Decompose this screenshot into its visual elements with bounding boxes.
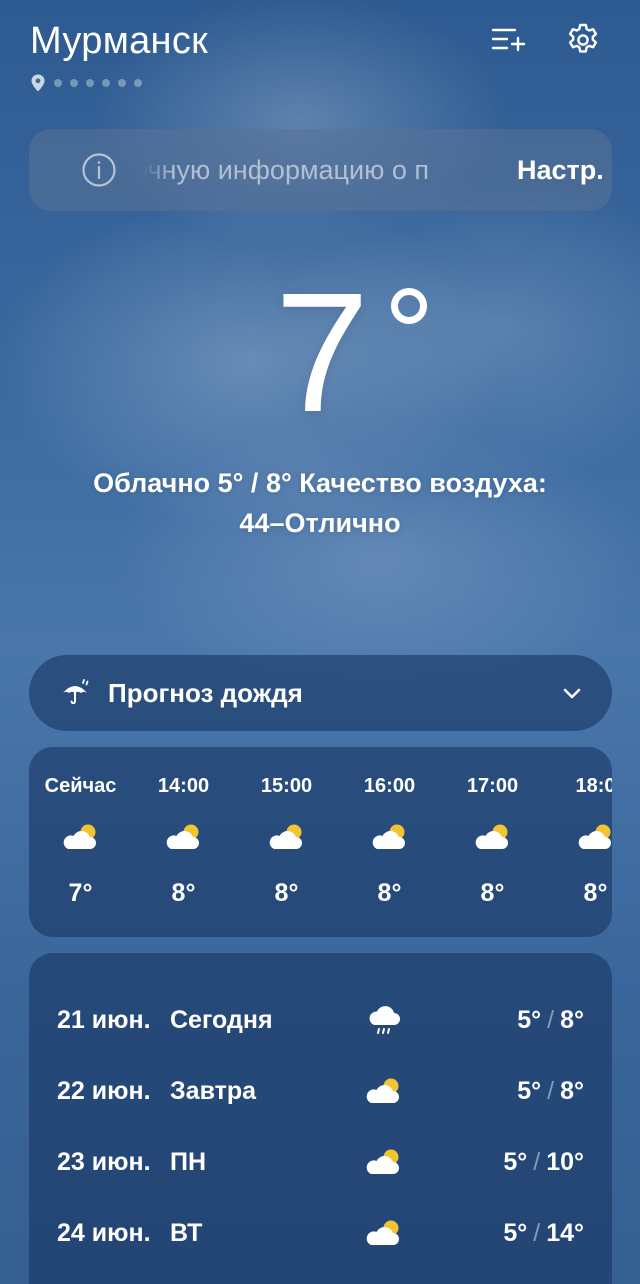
degree-symbol	[391, 288, 428, 324]
summary-line: 44–Отлично	[239, 508, 401, 538]
summary-line: Облачно 5° / 8° Качество воздуха:	[93, 468, 547, 498]
daily-low: 5°	[517, 1005, 542, 1034]
hourly-item: 17:00 8°	[441, 747, 544, 937]
location-page-indicator	[30, 74, 142, 92]
partly-cloudy-icon	[365, 1145, 403, 1179]
daily-high: 10°	[546, 1147, 584, 1176]
page-dot	[118, 79, 126, 87]
hourly-item: Сейчас 7°	[29, 747, 132, 937]
daily-temp-range: 5°/10°	[503, 1148, 584, 1177]
umbrella-rain-icon	[63, 679, 89, 705]
range-separator: /	[533, 1218, 541, 1247]
range-separator: /	[533, 1147, 541, 1176]
partly-cloudy-icon	[62, 821, 100, 853]
list-add-icon	[491, 28, 526, 52]
hourly-temp: 8°	[583, 879, 608, 907]
partly-cloudy-icon	[371, 821, 409, 853]
daily-low: 5°	[517, 1076, 542, 1105]
rain-cloud-icon	[365, 1003, 403, 1037]
page-dot	[54, 79, 62, 87]
hourly-item: 18:0 8°	[544, 747, 612, 937]
partly-cloudy-icon	[474, 821, 512, 853]
hourly-time: 14:00	[157, 775, 210, 797]
rain-forecast-panel[interactable]: Прогноз дождя	[29, 655, 612, 731]
daily-low: 5°	[503, 1147, 528, 1176]
daily-forecast[interactable]: 21 июн. Сегодня 5°/8° 22 июн. Завтра 5°/8° 23 …	[29, 953, 612, 1284]
daily-day-name: ВТ	[170, 1218, 203, 1247]
hourly-item: 14:00 8°	[132, 747, 235, 937]
settings-button[interactable]	[563, 20, 603, 60]
location-notice-bar[interactable]: точную информацию о п Настр.	[29, 129, 612, 211]
daily-temp-range: 5°/8°	[517, 1077, 584, 1106]
partly-cloudy-icon	[577, 821, 613, 853]
gear-icon	[568, 23, 598, 53]
daily-high: 14°	[546, 1218, 584, 1247]
daily-date: 22 июн.	[57, 1076, 151, 1105]
daily-row[interactable]: 22 июн. Завтра 5°/8°	[29, 1066, 612, 1116]
hourly-item: 15:00 8°	[235, 747, 338, 937]
daily-high: 8°	[560, 1076, 584, 1105]
hourly-temp: 8°	[274, 879, 299, 907]
hourly-forecast[interactable]: Сейчас 7° 14:00 8° 15:00 8° 16:00 8° 17:00 8° 18:0…	[29, 747, 612, 937]
city-name[interactable]: Мурманск	[30, 20, 208, 63]
hourly-time: 15:00	[260, 775, 313, 797]
daily-temp-range: 5°/8°	[517, 1006, 584, 1035]
daily-row[interactable]: 24 июн. ВТ 5°/14°	[29, 1208, 612, 1258]
location-pin-icon	[31, 74, 45, 92]
hourly-temp: 8°	[171, 879, 196, 907]
hourly-temp: 8°	[480, 879, 505, 907]
hourly-time: 18:0	[575, 775, 612, 797]
page-dot	[70, 79, 78, 87]
daily-row[interactable]: 23 июн. ПН 5°/10°	[29, 1137, 612, 1187]
partly-cloudy-icon	[365, 1216, 403, 1250]
notice-message: точную информацию о п	[143, 154, 429, 185]
info-icon	[82, 153, 116, 187]
partly-cloudy-icon	[365, 1074, 403, 1108]
daily-temp-range: 5°/14°	[503, 1219, 584, 1248]
page-dot	[134, 79, 142, 87]
hourly-item: 16:00 8°	[338, 747, 441, 937]
range-separator: /	[547, 1076, 555, 1105]
daily-date: 23 июн.	[57, 1147, 151, 1176]
daily-high: 8°	[560, 1005, 584, 1034]
daily-day-name: Сегодня	[170, 1005, 273, 1034]
page-dot	[102, 79, 110, 87]
daily-date: 24 июн.	[57, 1218, 151, 1247]
daily-row[interactable]: 21 июн. Сегодня 5°/8°	[29, 995, 612, 1045]
current-temperature-block: 7	[0, 268, 640, 438]
range-separator: /	[547, 1005, 555, 1034]
chevron-down-icon	[563, 688, 581, 699]
daily-date: 21 июн.	[57, 1005, 151, 1034]
add-city-button[interactable]	[488, 20, 528, 60]
daily-day-name: Завтра	[170, 1076, 257, 1105]
hourly-time: Сейчас	[44, 775, 117, 797]
partly-cloudy-icon	[165, 821, 203, 853]
current-temperature: 7	[275, 268, 428, 438]
daily-low: 5°	[503, 1218, 528, 1247]
notice-settings-link[interactable]: Настр.	[517, 155, 604, 186]
hourly-time: 16:00	[363, 775, 416, 797]
hourly-temp: 8°	[377, 879, 402, 907]
daily-day-name: ПН	[170, 1147, 207, 1176]
partly-cloudy-icon	[268, 821, 306, 853]
weather-summary[interactable]: Облачно 5° / 8° Качество воздуха: 44–Отл…	[40, 463, 600, 543]
page-dot	[86, 79, 94, 87]
rain-forecast-label: Прогноз дождя	[108, 677, 303, 708]
hourly-temp: 7°	[68, 879, 93, 907]
hourly-time: 17:00	[466, 775, 519, 797]
